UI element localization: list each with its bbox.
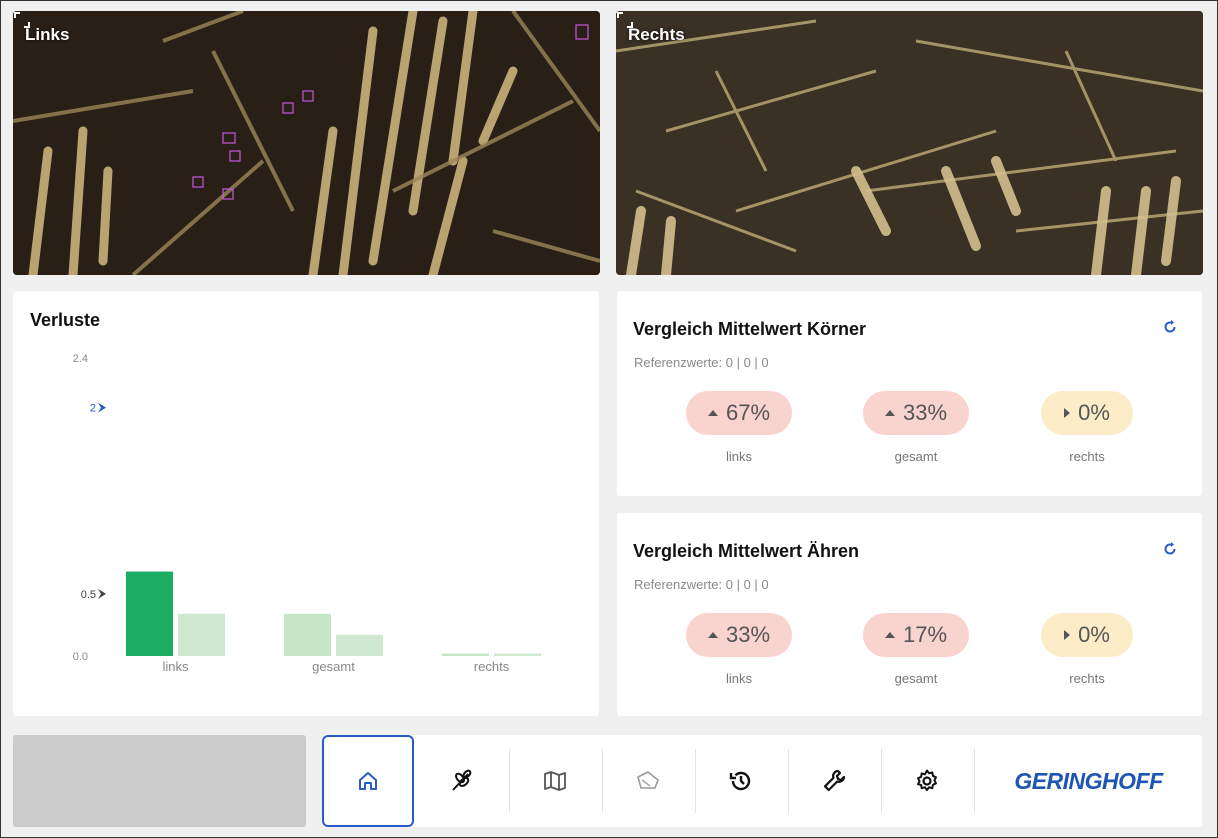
ahren-label-links: links [725,671,752,686]
ahren-value-gesamt: 17% [902,622,948,647]
reference-marker-label: 0.5 [81,589,96,601]
kornel-label-links: links [725,449,752,464]
fullscreen-icon[interactable] [13,11,31,29]
x-category-label: links [162,659,189,674]
kornel-comparison-card: Vergleich Mittelwert Körner Referenzwert… [617,291,1202,496]
nav-grain[interactable] [415,735,507,827]
nav-field[interactable] [602,735,694,827]
ahren-reference-values: Referenzwerte: 0 | 0 | 0 [634,577,769,592]
bar-links-1 [178,613,225,656]
ahren-card-title: Vergleich Mittelwert Ähren [633,541,860,561]
kornel-pill-rechts: 0% [1041,391,1133,435]
bar-gesamt-0 [284,613,331,656]
kornel-value-links: 67% [725,400,771,425]
nav-map[interactable] [509,735,601,827]
kornel-label-rechts: rechts [1069,449,1105,464]
kornel-value-gesamt: 33% [902,400,948,425]
fullscreen-icon[interactable] [616,11,634,29]
ahren-label-rechts: rechts [1069,671,1105,686]
ahren-value-rechts: 0% [1078,622,1110,647]
trend-up-icon [707,632,718,638]
ahren-comparison-card: Vergleich Mittelwert Ähren Referenzwerte… [617,513,1202,716]
refresh-icon[interactable] [1162,319,1178,335]
brand-wordmark: GERINGHOFF [1014,767,1163,794]
nav-home[interactable] [322,735,414,827]
reference-marker-arrow [98,402,106,413]
camera-view-right[interactable]: Rechts [616,11,1203,275]
camera-image-left [13,11,600,275]
camera-title-left: Links [25,25,70,44]
losses-card: Verluste 2.4 0.0 2 0.5 links gesamt rechts [13,291,599,716]
grain-icon [452,769,472,791]
kornel-label-gesamt: gesamt [894,449,938,464]
wrench-icon [823,769,846,792]
trend-neutral-icon [1064,408,1071,418]
nav-service[interactable] [788,735,880,827]
nav-settings[interactable] [881,735,973,827]
bottom-navigation: GERINGHOFF [322,735,1202,827]
bar-gesamt-1 [336,634,383,656]
camera-image-right [616,11,1203,275]
camera-title-right: Rechts [628,25,685,44]
losses-chart: 2.4 0.0 2 0.5 links gesamt rechts [73,353,541,674]
trend-neutral-icon [1064,630,1071,640]
ahren-pill-rechts: 0% [1041,613,1133,657]
bar-rechts-1 [494,653,541,656]
bar-rechts-0 [442,653,489,656]
x-category-label: gesamt [312,659,355,674]
home-icon [359,772,377,790]
kornel-card-title: Vergleich Mittelwert Körner [633,319,867,339]
y-tick-label: 0.0 [73,651,88,663]
kornel-pill-gesamt: 33% [863,391,969,435]
x-category-label: rechts [474,659,510,674]
status-placeholder [13,735,306,827]
trend-up-icon [707,410,718,416]
kornel-pill-links: 67% [686,391,792,435]
trend-up-icon [884,410,895,416]
bar-links-0 [126,571,173,656]
map-icon [544,771,566,791]
ahren-pill-gesamt: 17% [863,613,969,657]
camera-view-left[interactable]: Links [13,11,600,275]
brand-logo: GERINGHOFF [975,735,1202,827]
reference-marker-arrow [98,588,106,599]
gear-icon [917,769,937,792]
ahren-label-gesamt: gesamt [894,671,938,686]
field-icon [637,771,659,789]
losses-title: Verluste [30,310,101,330]
history-icon [729,771,751,791]
y-tick-label: 2.4 [73,353,88,365]
refresh-icon[interactable] [1162,541,1178,557]
trend-up-icon [884,632,895,638]
ahren-pill-links: 33% [686,613,792,657]
kornel-reference-values: Referenzwerte: 0 | 0 | 0 [634,355,769,370]
nav-history[interactable] [695,735,787,827]
reference-marker-label: 2 [90,403,96,415]
ahren-value-links: 33% [725,622,771,647]
kornel-value-rechts: 0% [1078,400,1110,425]
